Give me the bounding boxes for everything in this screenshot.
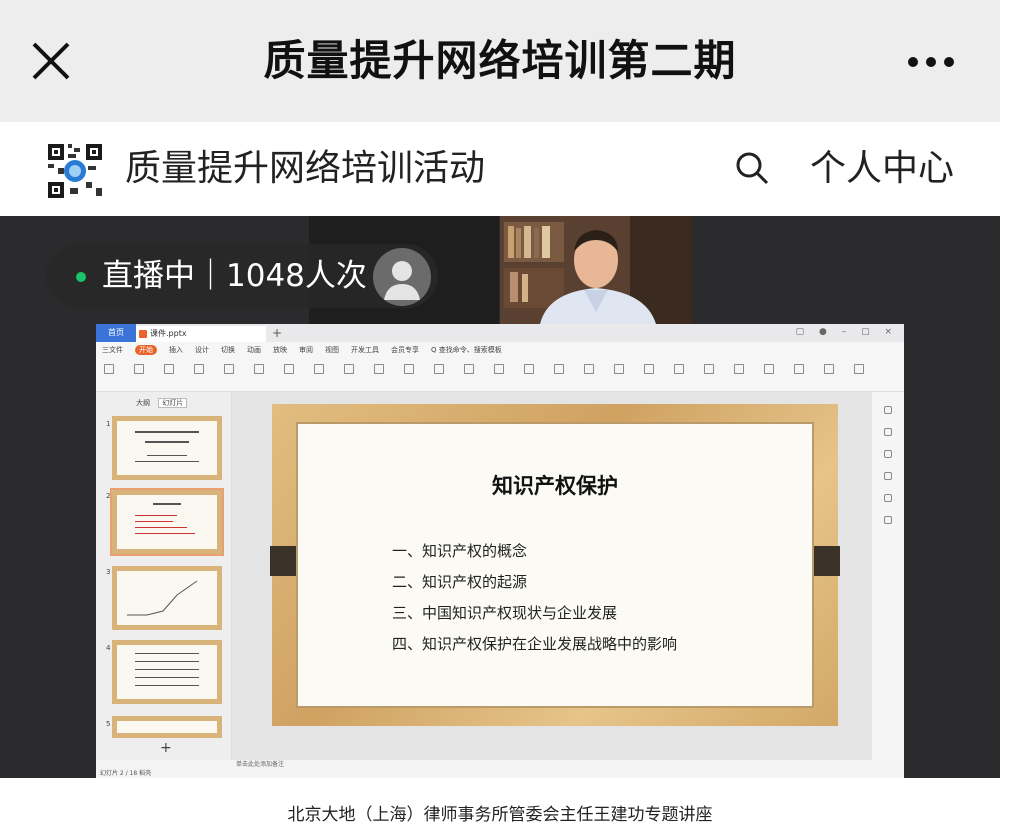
toolbar-tool-icon[interactable] [254,364,264,374]
slide-title: 知识产权保护 [492,473,618,498]
current-slide: 知识产权保护 一、知识产权的概念 二、知识产权的起源 三、中国知识产权现状与企业… [270,404,840,726]
ribbon-menu-item[interactable]: 审阅 [299,346,313,354]
toolbar-tool-icon[interactable] [704,364,714,374]
ppt-file-icon [139,330,147,338]
outline-item: 三、中国知识产权现状与企业发展 [392,604,618,622]
ribbon-menu-item[interactable]: 动画 [247,346,261,354]
ribbon-menu: 三文件 开始 插入 设计 切换 动画 放映 审阅 视图 开发工具 会员专享 Q 查找命令、搜索模板 [96,342,904,358]
ribbon-menu-item[interactable]: 视图 [325,346,339,354]
toolbar-tool-icon[interactable] [764,364,774,374]
tool-icon[interactable] [884,428,892,436]
toolbar-tool-icon[interactable] [194,364,204,374]
toolbar-tool-icon[interactable] [644,364,654,374]
sidebar-tabs: 大纲 幻灯片 [136,398,188,408]
ribbon-menu-item[interactable]: 开发工具 [351,346,379,354]
slide-outline-list: 一、知识产权的概念 二、知识产权的起源 三、中国知识产权现状与企业发展 四、知识… [392,536,677,660]
slide-thumbnails-panel: 大纲 幻灯片 1 2 3 4 5 + [96,392,232,760]
home-tab[interactable]: 首页 [96,324,136,342]
toolbar-tool-icon[interactable] [404,364,414,374]
new-tab-icon[interactable]: + [272,324,282,342]
thumb-number: 5 [106,720,111,728]
live-indicator-dot [76,272,86,282]
ribbon-toolbar [96,358,904,392]
viewer-count: 1048人次 [226,258,367,294]
toolbar-tool-icon[interactable] [794,364,804,374]
tool-icon[interactable] [884,472,892,480]
qr-code-avatar[interactable] [46,142,104,200]
slide-canvas[interactable]: 知识产权保护 一、知识产权的概念 二、知识产权的起源 三、中国知识产权现状与企业… [232,392,872,760]
thumb-number: 1 [106,420,111,428]
toolbar-tool-icon[interactable] [104,364,114,374]
toolbar-tool-icon[interactable] [854,364,864,374]
account-row[interactable]: 质量提升网络培训活动 个人中心 [0,122,1000,216]
toolbar-tool-icon[interactable] [344,364,354,374]
toolbar-tool-icon[interactable] [464,364,474,374]
thumb-number: 2 [106,492,111,500]
toolbar-tool-icon[interactable] [554,364,564,374]
toolbar-tool-icon[interactable] [614,364,624,374]
right-tool-panel [872,392,904,760]
toolbar-tool-icon[interactable] [224,364,234,374]
thumb-number: 4 [106,644,111,652]
toolbar-tool-icon[interactable] [524,364,534,374]
tool-icon[interactable] [884,450,892,458]
toolbar-tool-icon[interactable] [674,364,684,374]
ribbon-menu-item[interactable]: 切换 [221,346,235,354]
toolbar-tool-icon[interactable] [494,364,504,374]
photo-caption: 北京大地（上海）律师事务所管委会主任王建功专题讲座 [287,805,713,825]
ribbon-menu-item[interactable]: 开始 [135,345,157,355]
live-status-text: 直播中｜1048人次 [102,258,367,294]
ribbon-menu-item[interactable]: 放映 [273,346,287,354]
outline-item: 一、知识产权的概念 [392,542,528,560]
outline-item: 二、知识产权的起源 [392,573,528,591]
file-tab[interactable]: 课件.pptx [136,326,266,342]
slide-thumbnail[interactable] [112,566,222,630]
add-slide-button[interactable]: + [160,740,172,756]
page-title: 质量提升网络培训第二期 [263,36,737,85]
live-stream[interactable]: 直播中｜1048人次 首页 课件.pptx + ▢ ● – ▢ × 三文件 开始 插… [0,216,1000,778]
toolbar-tool-icon[interactable] [374,364,384,374]
presenter-image [500,216,692,324]
slide-thumbnail[interactable] [112,416,222,480]
top-bar: 质量提升网络培训第二期 [0,0,1000,122]
slide-thumbnail[interactable] [112,640,222,704]
tool-icon[interactable] [884,494,892,502]
toolbar-tool-icon[interactable] [314,364,324,374]
ribbon-menu-item[interactable]: 插入 [169,346,183,354]
toolbar-tool-icon[interactable] [284,364,294,374]
document-tabs: 首页 课件.pptx + ▢ ● – ▢ × [96,324,904,342]
toolbar-tool-icon[interactable] [164,364,174,374]
presentation-window[interactable]: 首页 课件.pptx + ▢ ● – ▢ × 三文件 开始 插入 设计 切换 动画 放映 审阅… [96,324,904,778]
personal-center-link[interactable]: 个人中心 [810,144,954,194]
outline-tab[interactable]: 大纲 [136,399,150,407]
toolbar-tool-icon[interactable] [584,364,594,374]
outline-item: 四、知识产权保护在企业发展战略中的影响 [392,635,678,653]
thumb-number: 3 [106,568,111,576]
live-status-badge: 直播中｜1048人次 [46,244,438,308]
status-bar: 幻灯片 2 / 18 稻壳 [96,770,904,778]
viewer-avatar-icon[interactable] [373,248,431,306]
toolbar-tool-icon[interactable] [824,364,834,374]
toolbar-tool-icon[interactable] [134,364,144,374]
slide-content: 知识产权保护 一、知识产权的概念 二、知识产权的起源 三、中国知识产权现状与企业… [296,422,814,708]
ribbon-menu-item[interactable]: 设计 [195,346,209,354]
toolbar-tool-icon[interactable] [434,364,444,374]
ribbon-menu-item[interactable]: Q 查找命令、搜索模板 [431,346,502,354]
toolbar-tool-icon[interactable] [734,364,744,374]
presenter-camera [500,216,692,324]
notes-area[interactable]: 单击此处添加备注 [232,760,904,770]
more-icon[interactable] [906,55,956,69]
slide-thumbnail-selected[interactable] [110,488,224,556]
slide-thumbnail[interactable] [112,716,222,738]
account-name[interactable]: 质量提升网络培训活动 [125,144,485,194]
ribbon-menu-item[interactable]: 会员专享 [391,346,419,354]
tool-icon[interactable] [884,406,892,414]
search-icon[interactable] [734,150,770,186]
window-controls-icon[interactable]: ▢ ● – ▢ × [796,327,898,337]
ribbon-menu-item[interactable]: 三文件 [102,346,123,354]
slides-tab[interactable]: 幻灯片 [158,398,188,408]
tool-icon[interactable] [884,516,892,524]
